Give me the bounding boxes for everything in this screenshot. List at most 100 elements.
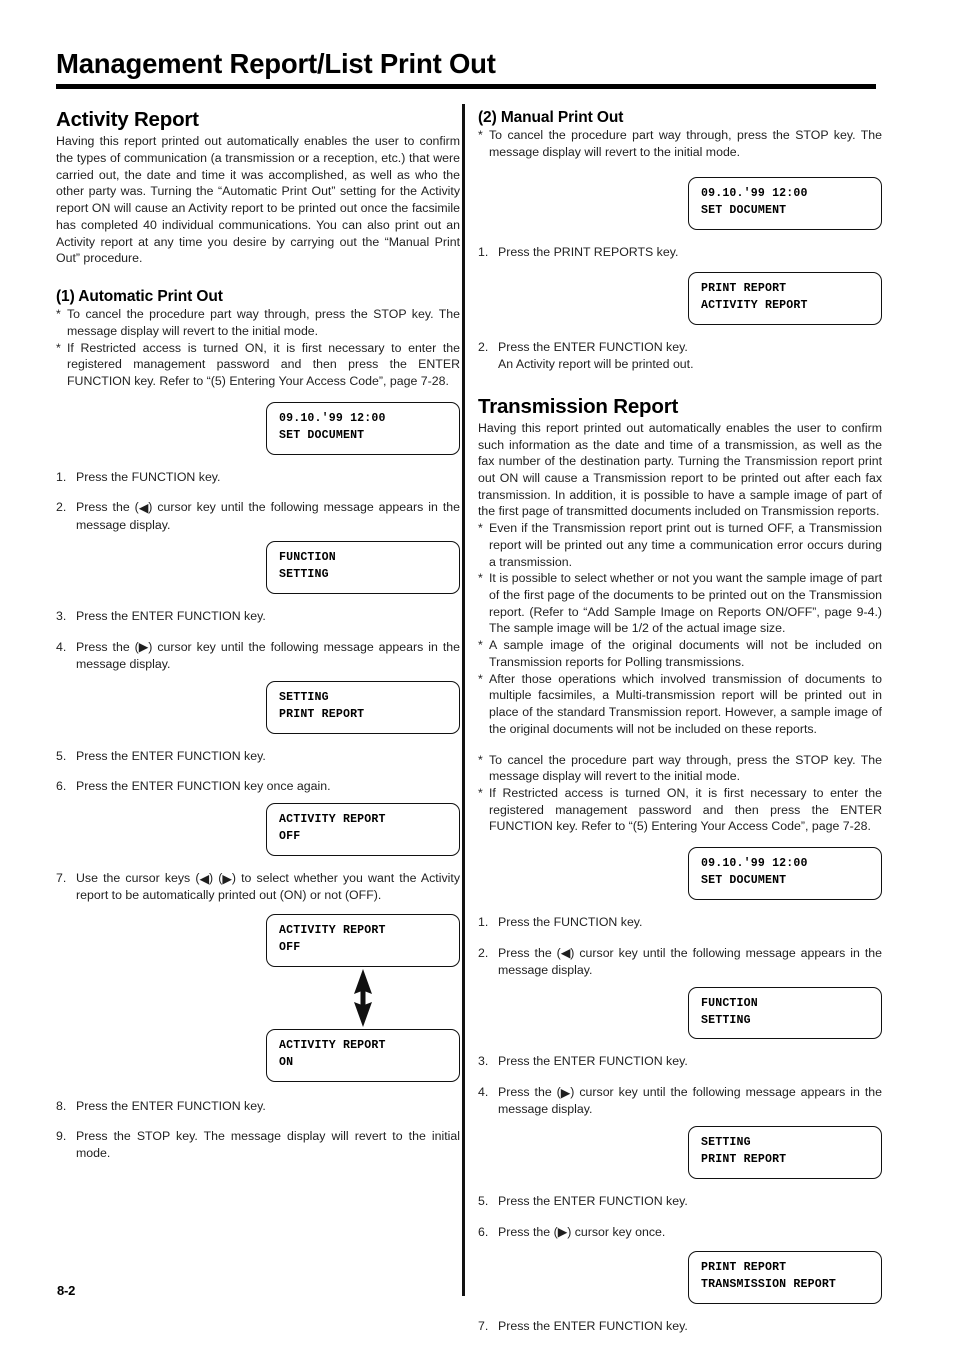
step-number: 5. (56, 748, 67, 763)
step-text-before: Press the ( (498, 1224, 558, 1239)
lcd-display-activity-report-off: ACTIVITY REPORT OFF (266, 803, 460, 857)
lcd-line-2: TRANSMISSION REPORT (701, 1277, 837, 1291)
toggle-arrow-wrap (56, 967, 460, 1029)
lcd-line-2: SET DOCUMENT (701, 203, 787, 217)
lcd-line-2: SETTING (701, 1013, 751, 1027)
lcd-display-initial-2: 09.10.'99 12:00 SET DOCUMENT (688, 847, 882, 900)
step-number: 7. (56, 871, 67, 886)
step-text: Press the ENTER FUNCTION key. (498, 1054, 688, 1069)
step-number: 5. (478, 1193, 489, 1208)
step-number: 9. (56, 1129, 67, 1144)
lcd-line-1: ACTIVITY REPORT (279, 1038, 386, 1052)
step-text: Press the ENTER FUNCTION key. (498, 1318, 688, 1333)
lcd-display-function-setting: FUNCTION SETTING (688, 986, 882, 1040)
lcd-line-1: 09.10.'99 12:00 (279, 411, 386, 425)
transmission-step-4: 4. Press the (▶) cursor key until the fol… (478, 1084, 882, 1118)
step-number: 2. (56, 500, 67, 515)
transmission-procedure-notes: * To cancel the procedure part way throug… (478, 752, 882, 836)
step-text: Press the ENTER FUNCTION key. (498, 1193, 688, 1208)
note-item: * If Restricted access is turned ON, it i… (56, 340, 460, 390)
note-item: * A sample image of the original document… (478, 637, 882, 670)
note-star: * (478, 785, 483, 800)
step-text-second-line: An Activity report will be printed out. (498, 356, 694, 371)
lcd-display-initial: 09.10.'99 12:00 SET DOCUMENT (688, 176, 882, 230)
transmission-step-2: 2. Press the (◀) cursor key until the fol… (478, 945, 882, 979)
lcd-line-1: ACTIVITY REPORT (279, 813, 386, 827)
manual-print-out-heading: (2) Manual Print Out (478, 109, 624, 126)
note-text: If Restricted access is turned ON, it is… (67, 340, 460, 389)
step-number: 1. (56, 469, 67, 484)
lcd-line-1: FUNCTION (701, 996, 758, 1010)
step-text: Press the ENTER FUNCTION key. (76, 609, 266, 624)
step-number: 3. (478, 1054, 489, 1069)
lcd-line-1: FUNCTION (279, 551, 336, 565)
transmission-step-1: 1. Press the FUNCTION key. (478, 914, 882, 931)
note-star: * (478, 671, 483, 686)
step-text: Press the ENTER FUNCTION key. (498, 340, 688, 355)
transmission-report-notes: * Even if the Transmission report print o… (478, 520, 882, 737)
lcd-display-initial: 09.10.'99 12:00 SET DOCUMENT (266, 401, 460, 455)
lcd-line-1: PRINT REPORT (701, 1260, 787, 1274)
step-text: Press the ENTER FUNCTION key. (76, 748, 266, 763)
note-text: To cancel the procedure part way through… (489, 752, 882, 784)
step-text-before: Use the cursor keys ( (76, 871, 200, 886)
step-number: 6. (56, 779, 67, 794)
step-number: 3. (56, 609, 67, 624)
lcd-line-1: PRINT REPORT (701, 282, 787, 296)
note-star: * (478, 571, 483, 586)
step-8: 8. Press the ENTER FUNCTION key. (56, 1098, 460, 1115)
double-vertical-arrow-icon (354, 968, 372, 1027)
note-text: A sample image of the original documents… (489, 638, 882, 669)
note-text: To cancel the procedure part way through… (67, 307, 460, 339)
lcd-initial-wrap: 09.10.'99 12:00 SET DOCUMENT (56, 401, 460, 455)
transmission-step-5: 5. Press the ENTER FUNCTION key. (478, 1193, 882, 1210)
lcd-display-activity-report-on: ACTIVITY REPORT ON (266, 1028, 460, 1082)
lcd-initial-wrap: 09.10.'99 12:00 SET DOCUMENT (478, 176, 882, 230)
document-page: Management Report/List Print Out Activit… (0, 0, 954, 1351)
lcd-display-print-report-transmission: PRINT REPORT TRANSMISSION REPORT (688, 1250, 882, 1304)
title-rule (56, 84, 876, 89)
step-number: 4. (56, 639, 67, 654)
note-item: * If Restricted access is turned ON, it i… (478, 785, 882, 835)
lcd-line-2: PRINT REPORT (701, 1153, 787, 1167)
transmission-report-intro: Having this report printed out automatic… (478, 420, 882, 519)
lcd-print-report-activity-wrap: PRINT REPORT ACTIVITY REPORT (478, 272, 882, 326)
lcd-setting-print-report-wrap: SETTING PRINT REPORT (56, 680, 460, 734)
lcd-initial-2-wrap: 09.10.'99 12:00 SET DOCUMENT (478, 847, 882, 900)
step-number: 2. (478, 340, 489, 355)
step-text-before: Press the ( (76, 639, 139, 654)
note-star: * (478, 638, 483, 653)
step-number: 7. (478, 1318, 489, 1333)
cursor-left-icon: ◀ (199, 871, 209, 886)
lcd-print-report-transmission-wrap: PRINT REPORT TRANSMISSION REPORT (478, 1250, 882, 1304)
note-text: Even if the Transmission report print ou… (489, 521, 882, 569)
cursor-right-icon: ▶ (560, 1085, 571, 1100)
lcd-activity-off-1-wrap: ACTIVITY REPORT OFF (56, 803, 460, 857)
step-6: 6. Press the ENTER FUNCTION key once agai… (56, 778, 460, 795)
manual-step-1: 1. Press the PRINT REPORTS key. (478, 244, 882, 261)
toggle-arrow-box (266, 967, 460, 1029)
cursor-right-icon: ▶ (138, 640, 149, 655)
lcd-display-print-report-activity: PRINT REPORT ACTIVITY REPORT (688, 272, 882, 326)
lcd-line-2: ON (279, 1055, 294, 1069)
step-text-before: Press the ( (76, 500, 139, 515)
lcd-function-setting-wrap: FUNCTION SETTING (56, 541, 460, 595)
lcd-line-2: OFF (279, 940, 301, 954)
cursor-right-icon: ▶ (557, 1225, 568, 1240)
note-text: It is possible to select whether or not … (489, 571, 882, 636)
step-number: 1. (478, 914, 489, 929)
transmission-step-7: 7. Press the ENTER FUNCTION key. (478, 1318, 882, 1335)
lcd-setting-print-report-wrap: SETTING PRINT REPORT (478, 1126, 882, 1179)
step-number: 4. (478, 1085, 489, 1100)
page-number: 8-2 (57, 1283, 76, 1298)
lcd-function-setting-wrap: FUNCTION SETTING (478, 986, 882, 1040)
step-text: Press the ENTER FUNCTION key once again. (76, 779, 331, 794)
page-title: Management Report/List Print Out (56, 48, 496, 79)
lcd-line-1: SETTING (279, 690, 329, 704)
lcd-activity-on-wrap: ACTIVITY REPORT ON (56, 1028, 460, 1082)
lcd-line-2: OFF (279, 830, 301, 844)
step-text: Press the PRINT REPORTS key. (498, 244, 679, 259)
activity-report-heading: Activity Report (56, 108, 199, 131)
cursor-left-icon: ◀ (138, 500, 149, 515)
note-text: To cancel the procedure part way through… (489, 128, 882, 160)
